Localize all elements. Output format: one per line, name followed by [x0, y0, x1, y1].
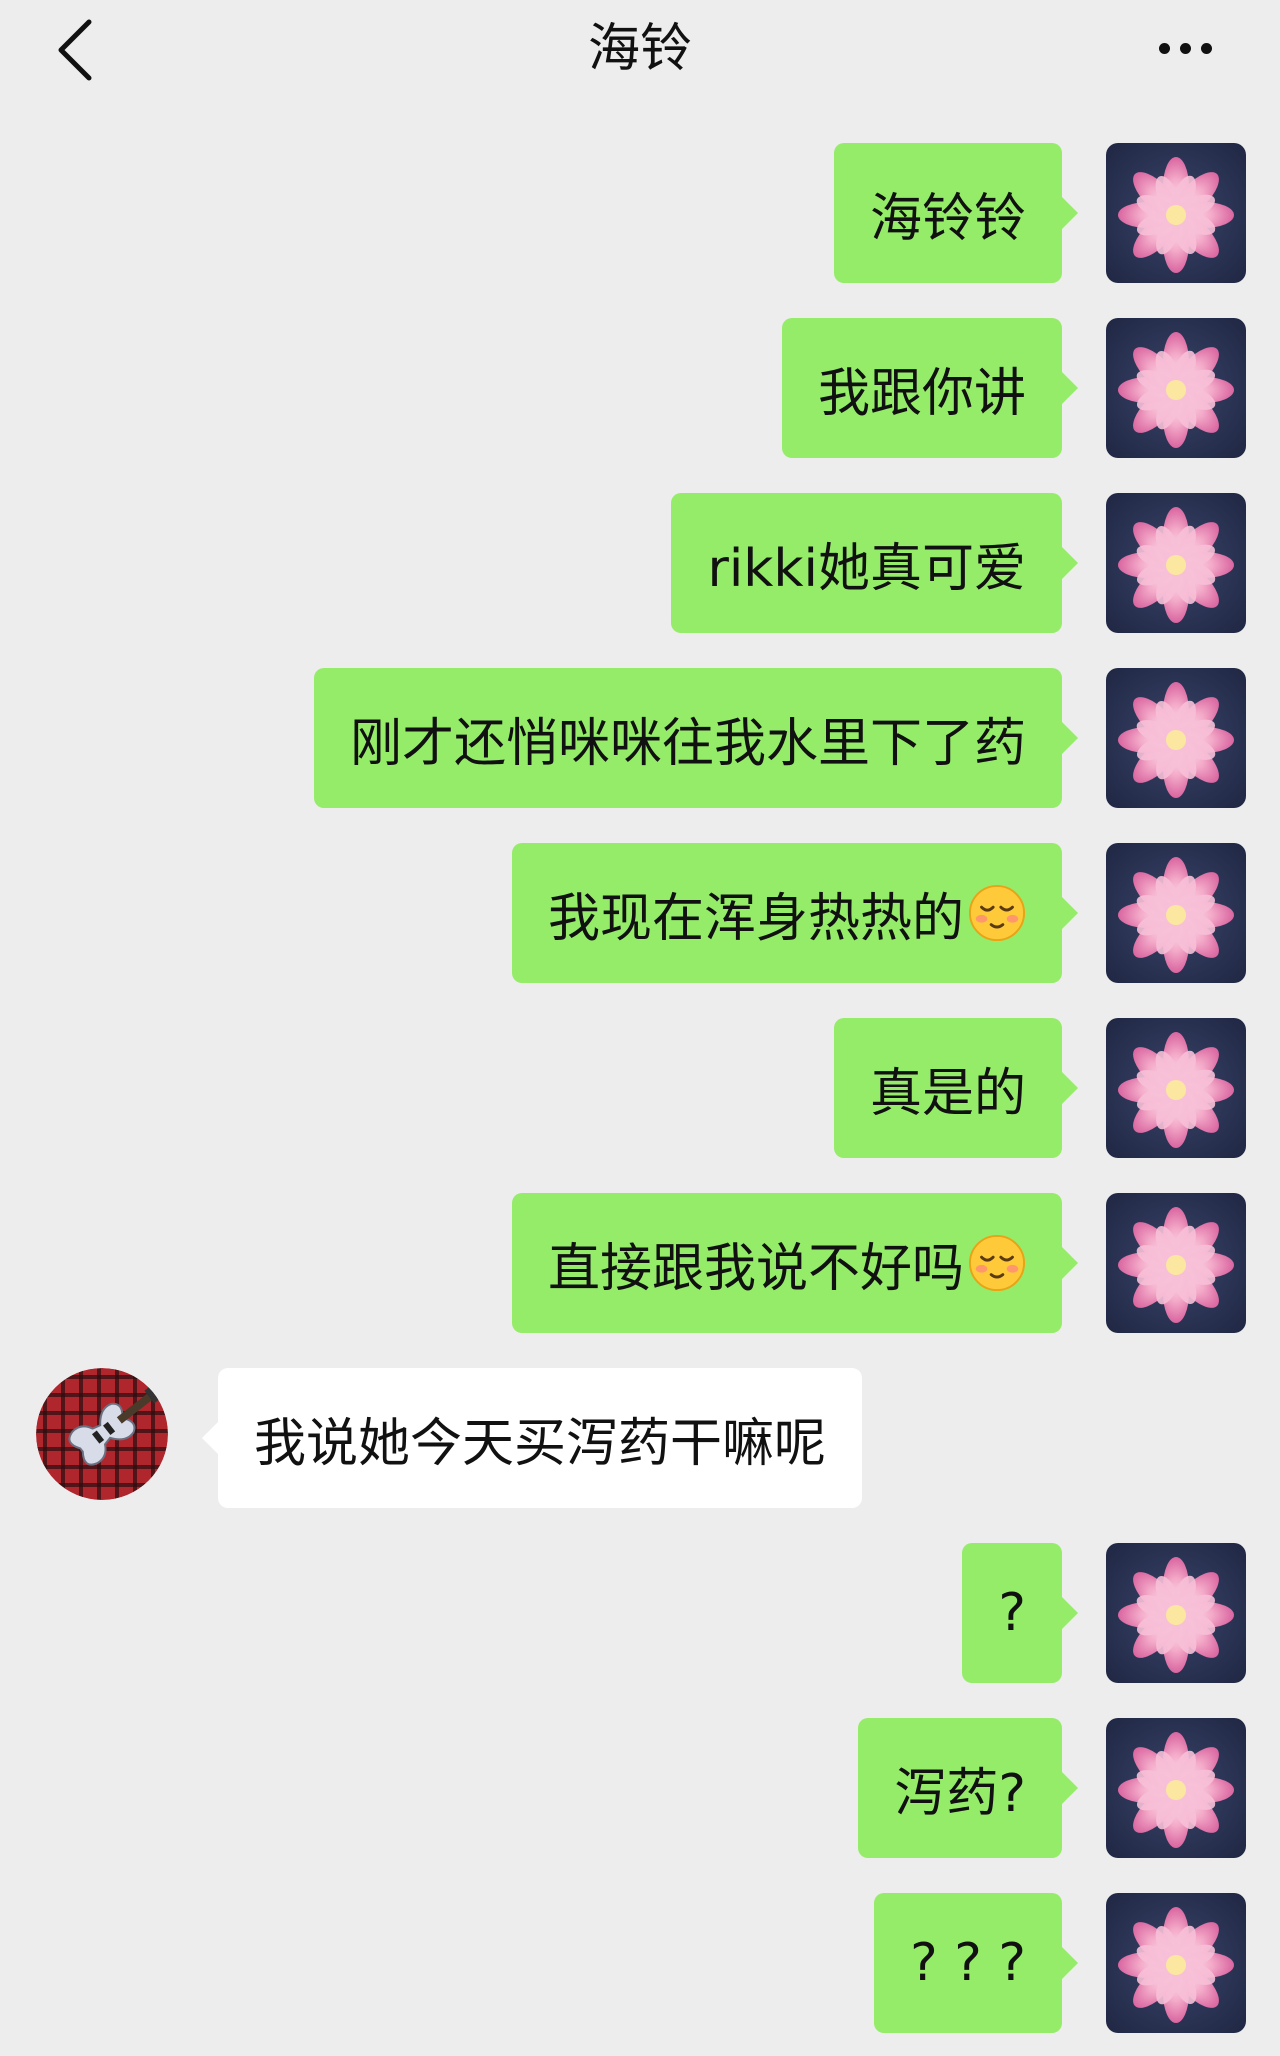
lotus-flower-icon — [1106, 843, 1246, 983]
message-bubble[interactable]: ? ? ? — [874, 1893, 1078, 2033]
message-text: 刚才还悄咪咪往我水里下了药 — [349, 713, 1026, 774]
lotus-flower-icon — [1106, 1193, 1246, 1333]
message-row: 泻药? — [0, 1718, 1280, 1858]
self-avatar[interactable] — [1106, 318, 1246, 458]
self-avatar[interactable] — [1106, 843, 1246, 983]
message-row: 我跟你讲 — [0, 318, 1280, 458]
bass-guitar-icon — [36, 1368, 168, 1500]
self-avatar[interactable] — [1106, 1893, 1246, 2033]
self-avatar[interactable] — [1106, 1018, 1246, 1158]
self-avatar[interactable] — [1106, 1193, 1246, 1333]
message-row: 我说她今天买泻药干嘛呢 — [0, 1368, 1280, 1508]
lotus-flower-icon — [1106, 1893, 1246, 2033]
message-text: 真是的 — [869, 1063, 1026, 1124]
message-row: ? ? ? — [0, 1893, 1280, 2033]
message-row: 我现在浑身热热的 — [0, 843, 1280, 983]
lotus-flower-icon — [1106, 668, 1246, 808]
message-text: 我跟你讲 — [817, 363, 1026, 424]
message-bubble[interactable]: rikki她真可爱 — [671, 493, 1078, 633]
message-bubble[interactable]: ? — [962, 1543, 1078, 1683]
message-list[interactable]: 海铃铃 我跟你讲 rikki她真可爱 刚才还悄咪咪往我水里下了药 我现在浑身热热… — [0, 0, 1280, 2056]
message-bubble[interactable]: 刚才还悄咪咪往我水里下了药 — [313, 668, 1079, 808]
message-row: rikki她真可爱 — [0, 493, 1280, 633]
message-text: 泻药? — [894, 1763, 1026, 1824]
lotus-flower-icon — [1106, 493, 1246, 633]
message-bubble[interactable]: 海铃铃 — [833, 143, 1079, 283]
self-avatar[interactable] — [1106, 1543, 1246, 1683]
lotus-flower-icon — [1106, 1543, 1246, 1683]
message-bubble[interactable]: 我现在浑身热热的 — [511, 843, 1079, 983]
self-avatar[interactable] — [1106, 493, 1246, 633]
message-bubble[interactable]: 泻药? — [858, 1718, 1078, 1858]
message-bubble[interactable]: 我说她今天买泻药干嘛呢 — [201, 1368, 863, 1508]
message-row: ? — [0, 1543, 1280, 1683]
message-row: 刚才还悄咪咪往我水里下了药 — [0, 668, 1280, 808]
self-avatar[interactable] — [1106, 1718, 1246, 1858]
message-text: 我现在浑身热热的 — [547, 888, 964, 949]
message-text: ? — [998, 1583, 1026, 1643]
message-text: 直接跟我说不好吗 — [547, 1238, 964, 1299]
lotus-flower-icon — [1106, 1018, 1246, 1158]
blushing-face-icon — [968, 1234, 1026, 1292]
message-row: 海铃铃 — [0, 143, 1280, 283]
message-bubble[interactable]: 我跟你讲 — [781, 318, 1079, 458]
message-row: 真是的 — [0, 1018, 1280, 1158]
contact-avatar[interactable] — [36, 1368, 168, 1500]
self-avatar[interactable] — [1106, 143, 1246, 283]
message-text: 海铃铃 — [869, 188, 1026, 249]
blushing-face-icon — [968, 884, 1026, 942]
lotus-flower-icon — [1106, 1718, 1246, 1858]
message-row: 直接跟我说不好吗 — [0, 1193, 1280, 1333]
message-text: rikki她真可爱 — [707, 538, 1026, 599]
self-avatar[interactable] — [1106, 668, 1246, 808]
message-text: ? ? ? — [910, 1933, 1026, 1993]
lotus-flower-icon — [1106, 143, 1246, 283]
message-bubble[interactable]: 直接跟我说不好吗 — [511, 1193, 1079, 1333]
message-bubble[interactable]: 真是的 — [833, 1018, 1079, 1158]
lotus-flower-icon — [1106, 318, 1246, 458]
message-text: 我说她今天买泻药干嘛呢 — [254, 1413, 827, 1474]
